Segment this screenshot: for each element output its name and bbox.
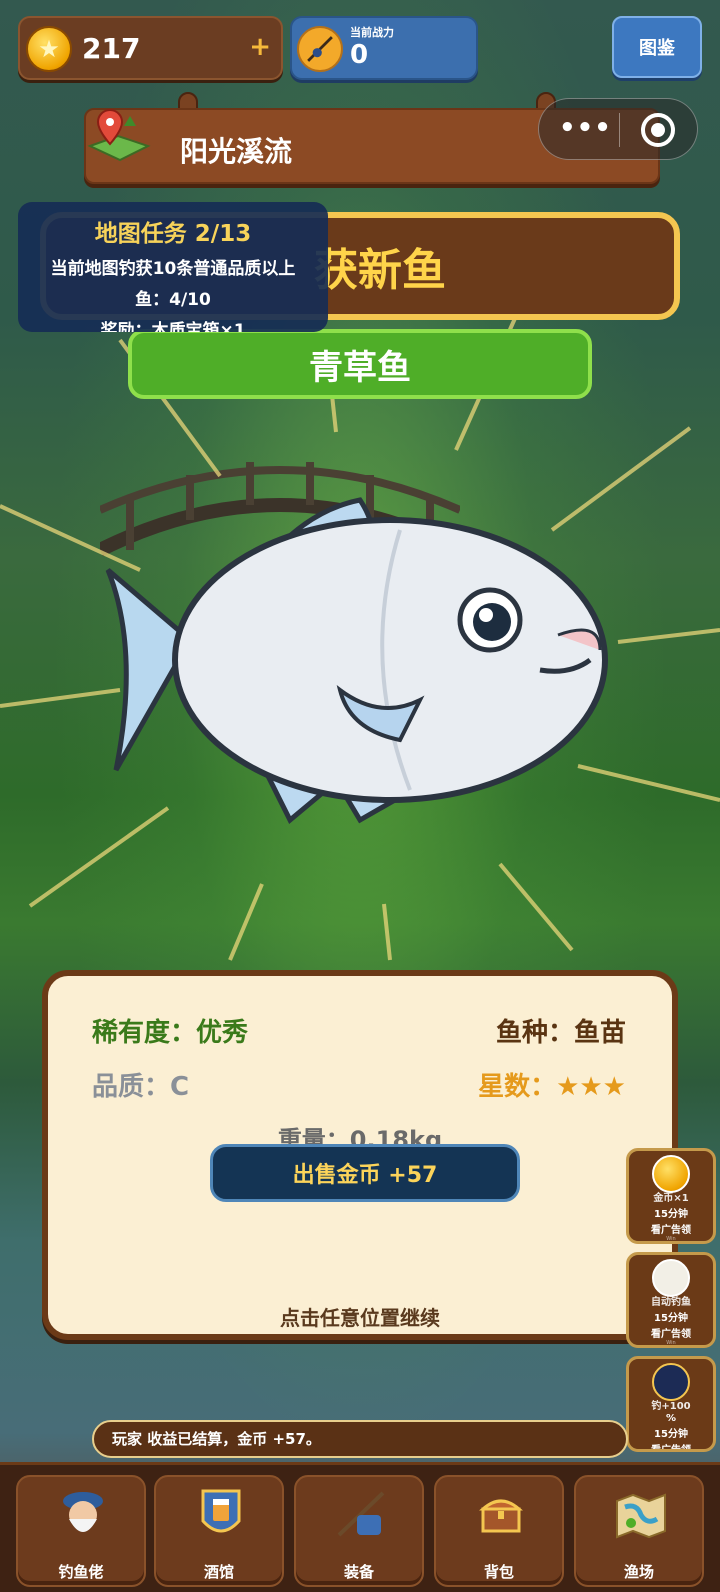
nav-equipment[interactable]: 装备 xyxy=(294,1475,424,1587)
nav-label: 背包 xyxy=(483,1563,514,1581)
ad-reward-coins-button[interactable]: 金币×1 15分钟 看广告领 Win xyxy=(626,1148,716,1244)
fishing-rod-icon xyxy=(297,26,343,72)
nav-tavern[interactable]: 酒馆 xyxy=(154,1475,284,1587)
rarity-label: 稀有度：优秀 xyxy=(92,1018,249,1048)
fish-info-card[interactable]: 稀有度：优秀 鱼种：鱼苗 品质：C 星数：★★★ 重量：0.18kg 出售金币 … xyxy=(42,970,678,1340)
ad-duration: 15分钟 xyxy=(654,1313,688,1324)
ad-title: 金币×1 xyxy=(653,1193,689,1204)
ad-title: 钓+100 xyxy=(651,1401,691,1412)
task-reward: 奖励：木质宝箱×1 xyxy=(100,321,246,332)
bottom-navigation: 钓鱼佬 酒馆 装备 背包 渔场 xyxy=(0,1462,720,1592)
species-label: 鱼种：鱼苗 xyxy=(495,1018,626,1048)
quality-label: 品质：C xyxy=(92,1072,190,1102)
task-title: 地图任务 2/13 xyxy=(94,221,252,247)
location-name: 阳光溪流 xyxy=(180,135,293,168)
ad-percent: % xyxy=(665,1413,677,1424)
equipment-icon xyxy=(337,1491,385,1537)
task-description: 当前地图钓获10条普通品质以上 xyxy=(50,259,296,279)
nav-fishing-ground[interactable]: 渔场 xyxy=(574,1475,704,1587)
backpack-chest-icon xyxy=(479,1499,523,1533)
fisherman-icon xyxy=(63,1492,103,1532)
map-task-panel[interactable]: 地图任务 2/13 当前地图钓获10条普通品质以上 鱼：4/10 奖励：木质宝箱… xyxy=(18,202,328,332)
ad-auto-fishing-button[interactable]: 自动钓鱼 15分钟 看广告领 Win xyxy=(626,1252,716,1348)
ad-duration: 15分钟 xyxy=(654,1209,688,1220)
coin-star-icon: ★ xyxy=(26,26,72,72)
capsule-divider xyxy=(619,113,620,147)
ad-tag: Win xyxy=(666,1236,676,1242)
ad-catch-bonus-button[interactable]: 钓+100 % 15分钟 看广告领 xyxy=(626,1356,716,1452)
more-menu-button[interactable]: ••• xyxy=(559,113,612,143)
nav-label: 渔场 xyxy=(623,1563,654,1581)
nav-fisherman[interactable]: 钓鱼佬 xyxy=(16,1475,146,1587)
tavern-icon xyxy=(201,1489,241,1533)
coin-balance[interactable]: ★ 217 + xyxy=(18,16,283,80)
power-label: 当前战力 xyxy=(350,26,394,39)
caught-fish-image xyxy=(105,497,608,824)
coin-icon xyxy=(652,1155,690,1193)
task-progress: 鱼：4/10 xyxy=(135,290,211,310)
fishing-rod-icon xyxy=(652,1259,690,1297)
ad-action: 看广告领 xyxy=(651,1445,691,1452)
star-rating: 星数：★★★ xyxy=(478,1072,626,1102)
atlas-button[interactable]: 图鉴 xyxy=(612,16,702,78)
map-pin-icon xyxy=(87,108,151,162)
ad-action: 看广告领 xyxy=(651,1329,691,1340)
close-capsule-button[interactable] xyxy=(641,113,675,147)
fishing-ground-map-icon xyxy=(616,1493,666,1539)
nav-backpack[interactable]: 背包 xyxy=(434,1475,564,1587)
coin-amount: 217 xyxy=(82,32,141,65)
ad-duration: 15分钟 xyxy=(654,1429,688,1440)
ad-title: 自动钓鱼 xyxy=(651,1297,691,1308)
continue-hint: 点击任意位置继续 xyxy=(280,1306,440,1330)
nav-label: 酒馆 xyxy=(203,1563,234,1581)
power-value: 0 xyxy=(350,40,369,70)
settlement-message: 玩家 收益已结算，金币 +57。 xyxy=(92,1420,628,1458)
combat-power: 当前战力 0 xyxy=(290,16,478,80)
fish-name-label: 青草鱼 xyxy=(128,329,592,399)
ad-action: 看广告领 xyxy=(651,1225,691,1236)
nav-label: 装备 xyxy=(343,1563,374,1581)
golden-fish-icon xyxy=(652,1363,690,1401)
sell-fish-button[interactable]: 出售金币 +57 xyxy=(210,1144,520,1202)
ad-tag: Win xyxy=(666,1340,676,1346)
mini-program-capsule: ••• xyxy=(538,98,698,160)
nav-label: 钓鱼佬 xyxy=(58,1563,104,1581)
add-coins-button[interactable]: + xyxy=(249,32,271,62)
